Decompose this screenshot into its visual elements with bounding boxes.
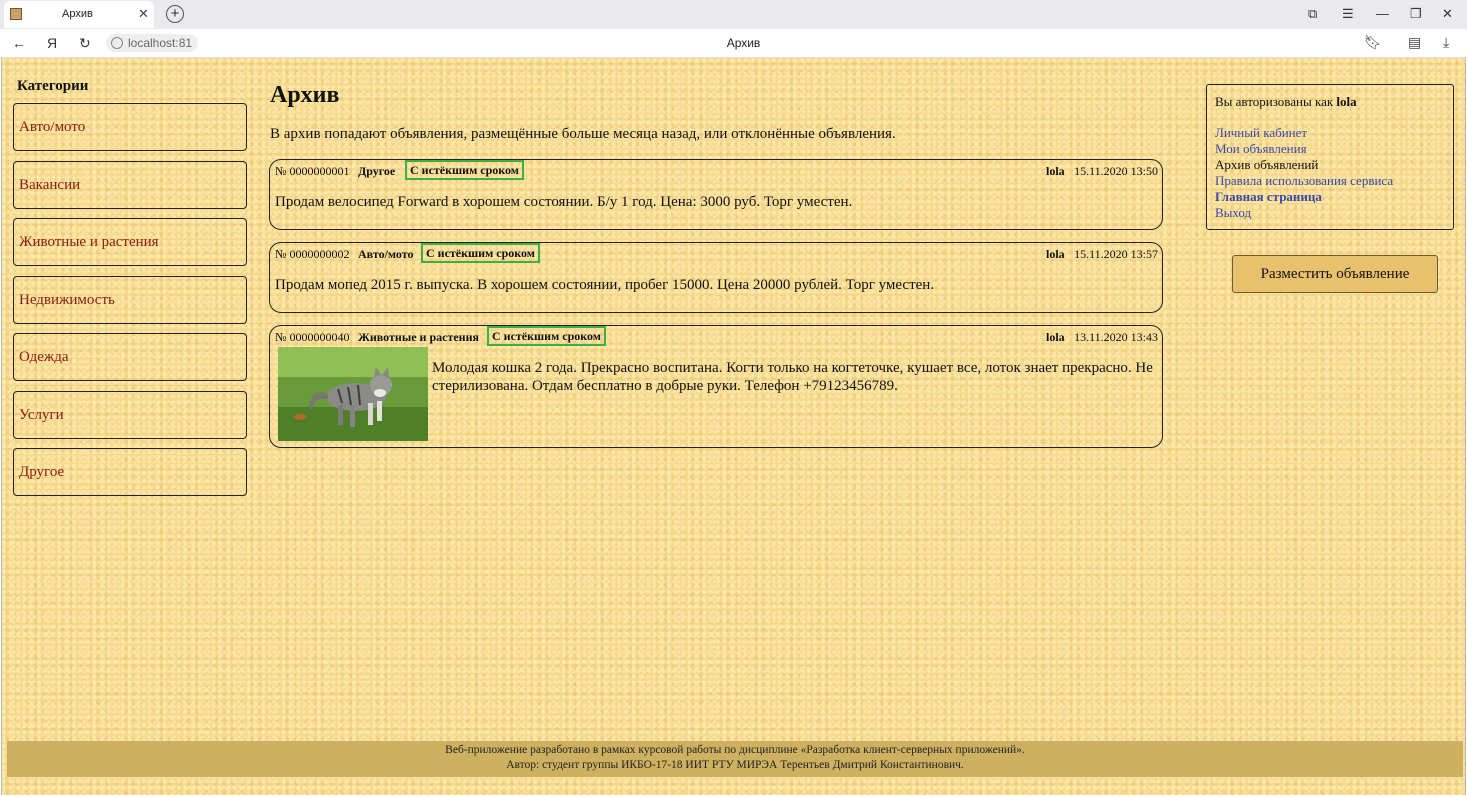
tab-collections-icon[interactable]: ⧉: [1308, 6, 1317, 22]
ad-author[interactable]: lola: [1046, 247, 1065, 262]
menu-icon[interactable]: ☰: [1342, 6, 1354, 22]
link-rules[interactable]: Правила использования сервиса: [1215, 173, 1393, 189]
category-other[interactable]: Другое: [13, 448, 247, 496]
ad-category: Другое: [358, 164, 396, 178]
expired-badge: С истёкшим сроком: [487, 326, 606, 346]
page-heading: Архив: [270, 82, 340, 108]
user-panel: Вы авторизованы как lola Личный кабинет …: [1206, 84, 1454, 230]
reader-icon[interactable]: ▤: [1408, 34, 1421, 51]
auth-username: lola: [1336, 94, 1357, 109]
expired-badge: С истёкшим сроком: [421, 243, 540, 263]
category-animals-plants[interactable]: Животные и растения: [13, 218, 247, 266]
ad-date: 13.11.2020 13:43: [1074, 330, 1158, 344]
page-content: Категории Авто/мото Вакансии Животные и …: [1, 58, 1466, 795]
minimize-icon[interactable]: —: [1376, 6, 1389, 21]
ad-number: № 0000000001: [275, 164, 350, 178]
category-clothes[interactable]: Одежда: [13, 333, 247, 381]
download-icon[interactable]: ⤓: [1443, 34, 1449, 51]
archive-description: В архив попадают объявления, размещённые…: [270, 126, 896, 142]
category-services[interactable]: Услуги: [13, 391, 247, 439]
category-real-estate[interactable]: Недвижимость: [13, 276, 247, 324]
ad-category: Животные и растения: [358, 330, 479, 344]
bookmark-icon[interactable]: 🔖︎: [1364, 34, 1382, 51]
ad-author[interactable]: lola: [1046, 164, 1065, 179]
link-home[interactable]: Главная страница: [1215, 189, 1322, 205]
link-logout[interactable]: Выход: [1215, 205, 1251, 221]
ad-category: Авто/мото: [358, 247, 414, 261]
page-title-bar: Архив: [726, 36, 761, 50]
auth-prefix: Вы авторизованы как: [1215, 94, 1337, 109]
new-tab-button[interactable]: +: [166, 5, 184, 23]
browser-tab[interactable]: Архив ✕: [4, 1, 154, 28]
ad-card[interactable]: № 0000000001 Другое С истёкшим сроком lo…: [269, 159, 1163, 230]
category-auto[interactable]: Авто/мото: [13, 103, 247, 151]
footer: Веб-приложение разработано в рамках курс…: [7, 741, 1463, 777]
ad-card[interactable]: № 0000000040 Животные и растения С истёк…: [269, 325, 1163, 448]
ad-number: № 0000000002: [275, 247, 350, 261]
post-ad-button[interactable]: Разместить объявление: [1232, 255, 1438, 293]
auth-status: Вы авторизованы как lola: [1215, 94, 1357, 110]
expired-badge: С истёкшим сроком: [405, 160, 524, 180]
ad-author[interactable]: lola: [1046, 330, 1065, 345]
category-jobs[interactable]: Вакансии: [13, 161, 247, 209]
ad-text: Молодая кошка 2 года. Прекрасно воспитан…: [432, 360, 1153, 394]
site-favicon-icon: [10, 8, 22, 20]
close-window-icon[interactable]: ✕: [1442, 6, 1453, 22]
browser-address-bar: ← Я ↻ localhost:81 Архив 🔖︎ ▤ ⤓: [0, 29, 1467, 58]
cat-photo[interactable]: [278, 347, 428, 441]
ad-date: 15.11.2020 13:57: [1074, 247, 1158, 261]
close-tab-icon[interactable]: ✕: [138, 6, 149, 22]
footer-line-2: Автор: студент группы ИКБО-17-18 ИИТ РТУ…: [506, 759, 964, 771]
link-cabinet[interactable]: Личный кабинет: [1215, 125, 1307, 141]
ad-number: № 0000000040: [275, 330, 350, 344]
tab-title: Архив: [62, 8, 93, 20]
ad-text: Продам велосипед Forward в хорошем состо…: [275, 194, 853, 210]
restore-window-icon[interactable]: ❐: [1410, 6, 1422, 22]
ad-card[interactable]: № 0000000002 Авто/мото С истёкшим сроком…: [269, 242, 1163, 313]
categories-heading: Категории: [17, 78, 89, 94]
ad-text: Продам мопед 2015 г. выпуска. В хорошем …: [275, 277, 935, 293]
ad-date: 15.11.2020 13:50: [1074, 164, 1158, 178]
footer-line-1: Веб-приложение разработано в рамках курс…: [445, 744, 1025, 756]
link-archive-current: Архив объявлений: [1215, 157, 1319, 172]
link-my-ads[interactable]: Мои объявления: [1215, 141, 1307, 157]
browser-tab-bar: Архив ✕ + ⧉ ☰ — ❐ ✕: [0, 0, 1467, 29]
